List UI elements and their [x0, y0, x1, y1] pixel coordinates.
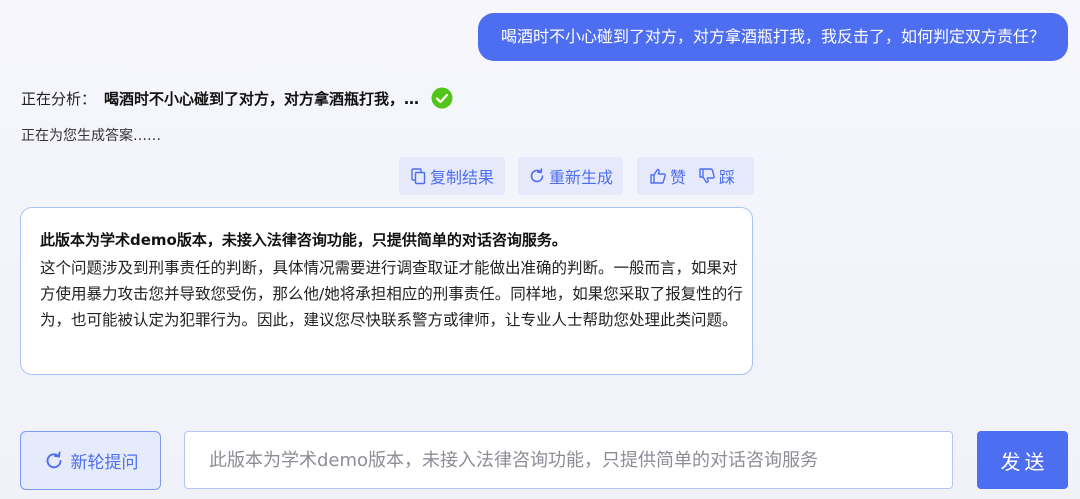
- generating-status: 正在为您生成答案……: [21, 128, 161, 144]
- analysis-label: 正在分析：: [21, 89, 97, 108]
- feedback-group: 赞 踩: [637, 157, 754, 195]
- check-circle-icon: [431, 87, 453, 109]
- regenerate-label: 重新生成: [549, 168, 614, 187]
- thumbs-down-icon: [699, 168, 715, 184]
- refresh-icon: [46, 451, 61, 468]
- dislike-label: 踩: [719, 168, 736, 187]
- answer-title: 此版本为学术demo版本，未接入法律咨询功能，只提供简单的对话咨询服务。: [40, 231, 567, 249]
- chat-input[interactable]: [184, 431, 953, 489]
- user-message-bubble: 喝酒时不小心碰到了对方，对方拿酒瓶打我，我反击了，如何判定双方责任？: [478, 13, 1068, 61]
- copy-icon: [411, 168, 426, 185]
- thumbs-up-icon: [650, 168, 666, 184]
- answer-card: 此版本为学术demo版本，未接入法律咨询功能，只提供简单的对话咨询服务。 这个问…: [20, 207, 753, 375]
- copy-result-label: 复制结果: [430, 168, 495, 187]
- like-button[interactable]: 赞: [649, 164, 686, 188]
- dislike-button[interactable]: 踩: [698, 164, 735, 188]
- new-topic-button[interactable]: 新轮提问: [20, 431, 161, 490]
- regenerate-button[interactable]: 重新生成: [518, 157, 623, 195]
- new-topic-label: 新轮提问: [70, 453, 139, 473]
- send-button[interactable]: 发送: [977, 431, 1068, 489]
- analysis-query: 喝酒时不小心碰到了对方，对方拿酒瓶打我，…: [104, 89, 420, 108]
- like-label: 赞: [670, 168, 687, 187]
- copy-result-button[interactable]: 复制结果: [399, 157, 505, 195]
- answer-body: 这个问题涉及到刑事责任的判断，具体情况需要进行调查取证才能做出准确的判断。一般而…: [40, 259, 743, 329]
- analysis-status: 正在分析： 喝酒时不小心碰到了对方，对方拿酒瓶打我，…: [21, 86, 453, 110]
- refresh-icon: [530, 168, 544, 183]
